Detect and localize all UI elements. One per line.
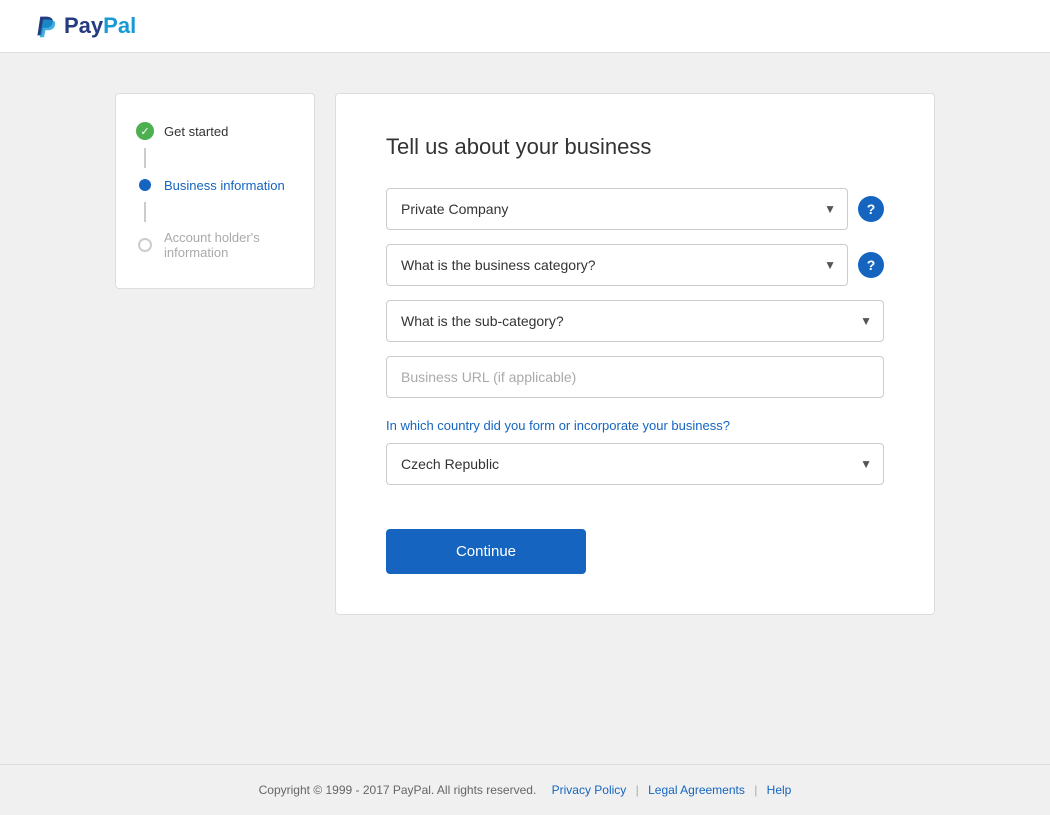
step-active-icon xyxy=(139,179,151,191)
country-select-wrapper: Czech Republic Germany France United Sta… xyxy=(386,443,884,485)
sub-category-row: What is the sub-category? Option 1 Optio… xyxy=(386,300,884,342)
business-category-row: What is the business category? Retail Se… xyxy=(386,244,884,286)
header: PayPal xyxy=(0,0,1050,53)
paypal-logo-icon xyxy=(30,12,58,40)
business-url-row xyxy=(386,356,884,398)
business-type-select[interactable]: Private Company Public Company Sole Trad… xyxy=(386,188,848,230)
business-type-select-wrapper: Private Company Public Company Sole Trad… xyxy=(386,188,848,230)
business-type-row: Private Company Public Company Sole Trad… xyxy=(386,188,884,230)
footer-privacy-link[interactable]: Privacy Policy xyxy=(552,783,627,797)
footer-help-link[interactable]: Help xyxy=(767,783,792,797)
footer-legal-link[interactable]: Legal Agreements xyxy=(648,783,745,797)
paypal-logo-text: PayPal xyxy=(64,13,136,39)
step-connector-2 xyxy=(144,202,146,222)
country-select[interactable]: Czech Republic Germany France United Sta… xyxy=(386,443,884,485)
main-content: ✓ Get started Business information Accou… xyxy=(0,53,1050,764)
step-completed-icon: ✓ xyxy=(136,122,154,140)
country-row: Czech Republic Germany France United Sta… xyxy=(386,443,884,485)
business-category-help-button[interactable]: ? xyxy=(858,252,884,278)
business-url-input-wrapper xyxy=(386,356,884,398)
footer: Copyright © 1999 - 2017 PayPal. All righ… xyxy=(0,764,1050,815)
footer-copyright: Copyright © 1999 - 2017 PayPal. All righ… xyxy=(259,783,537,797)
steps-sidebar: ✓ Get started Business information Accou… xyxy=(115,93,315,289)
step-business-info: Business information xyxy=(136,168,294,202)
content-wrapper: ✓ Get started Business information Accou… xyxy=(115,93,935,724)
continue-row: Continue xyxy=(386,499,884,574)
form-title: Tell us about your business xyxy=(386,134,884,160)
form-panel: Tell us about your business Private Comp… xyxy=(335,93,935,615)
step-business-info-label: Business information xyxy=(164,178,285,193)
country-question: In which country did you form or incorpo… xyxy=(386,418,884,433)
paypal-logo: PayPal xyxy=(30,12,136,40)
step-inactive-icon xyxy=(138,238,152,252)
continue-button[interactable]: Continue xyxy=(386,529,586,574)
sub-category-select[interactable]: What is the sub-category? Option 1 Optio… xyxy=(386,300,884,342)
business-category-select-wrapper: What is the business category? Retail Se… xyxy=(386,244,848,286)
sub-category-select-wrapper: What is the sub-category? Option 1 Optio… xyxy=(386,300,884,342)
step-get-started-label: Get started xyxy=(164,124,228,139)
step-account-holder-label: Account holder's information xyxy=(164,230,294,260)
step-get-started: ✓ Get started xyxy=(136,114,294,148)
business-url-input[interactable] xyxy=(386,356,884,398)
step-account-holder: Account holder's information xyxy=(136,222,294,268)
step-connector-1 xyxy=(144,148,146,168)
business-category-select[interactable]: What is the business category? Retail Se… xyxy=(386,244,848,286)
business-type-help-button[interactable]: ? xyxy=(858,196,884,222)
